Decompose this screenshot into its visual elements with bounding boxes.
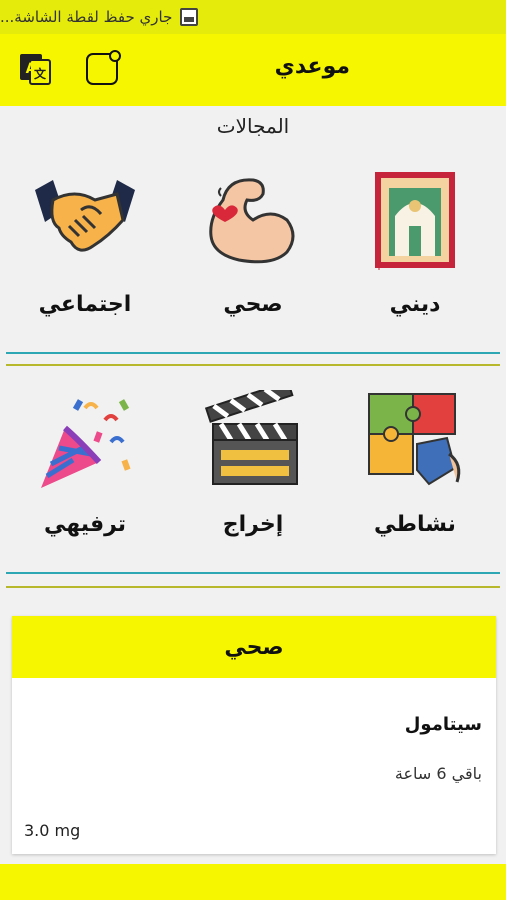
category-label: صحي	[223, 292, 283, 317]
clapperboard-icon	[204, 390, 298, 485]
app-bar: A 文 موعدي	[0, 34, 506, 106]
category-entertainment[interactable]: ترفيهي	[10, 390, 160, 570]
category-label: ترفيهي	[43, 512, 127, 537]
category-label: إخراج	[222, 512, 284, 537]
category-social[interactable]: اجتماعي	[10, 170, 160, 350]
prayer-rug-icon	[375, 172, 455, 270]
category-label: نشاطي	[374, 512, 456, 537]
medicine-name: سيتامول	[404, 714, 482, 735]
category-label: اجتماعي	[38, 292, 132, 317]
category-religious[interactable]: ديني	[340, 170, 490, 350]
category-label: ديني	[389, 292, 441, 317]
flexed-arm-icon	[209, 178, 295, 264]
divider	[6, 586, 500, 588]
svg-text:文: 文	[34, 66, 47, 81]
party-popper-icon	[41, 399, 131, 488]
notification-icon[interactable]	[86, 50, 121, 85]
divider	[6, 572, 500, 574]
category-health[interactable]: صحي	[178, 170, 328, 350]
category-production[interactable]: إخراج	[178, 390, 328, 570]
bottom-bar	[0, 864, 506, 900]
time-remaining: باقي 6 ساعة	[394, 764, 482, 783]
reminder-card[interactable]: صحي سيتامول باقي 6 ساعة 3.0 mg	[12, 616, 496, 854]
divider	[6, 364, 500, 366]
handshake-icon	[35, 180, 135, 252]
card-header: صحي	[12, 616, 496, 678]
status-bar: جاري حفظ لقطة الشاشة...	[0, 0, 506, 34]
status-text: جاري حفظ لقطة الشاشة...	[0, 8, 173, 26]
category-activity[interactable]: نشاطي	[340, 390, 490, 570]
translate-icon[interactable]: A 文	[18, 52, 52, 86]
section-title: المجالات	[216, 114, 290, 138]
dose-value: 3.0 mg	[24, 821, 81, 840]
puzzle-icon	[368, 393, 461, 486]
screenshot-icon	[180, 8, 199, 26]
divider	[6, 352, 500, 354]
app-title: موعدي	[274, 54, 350, 79]
